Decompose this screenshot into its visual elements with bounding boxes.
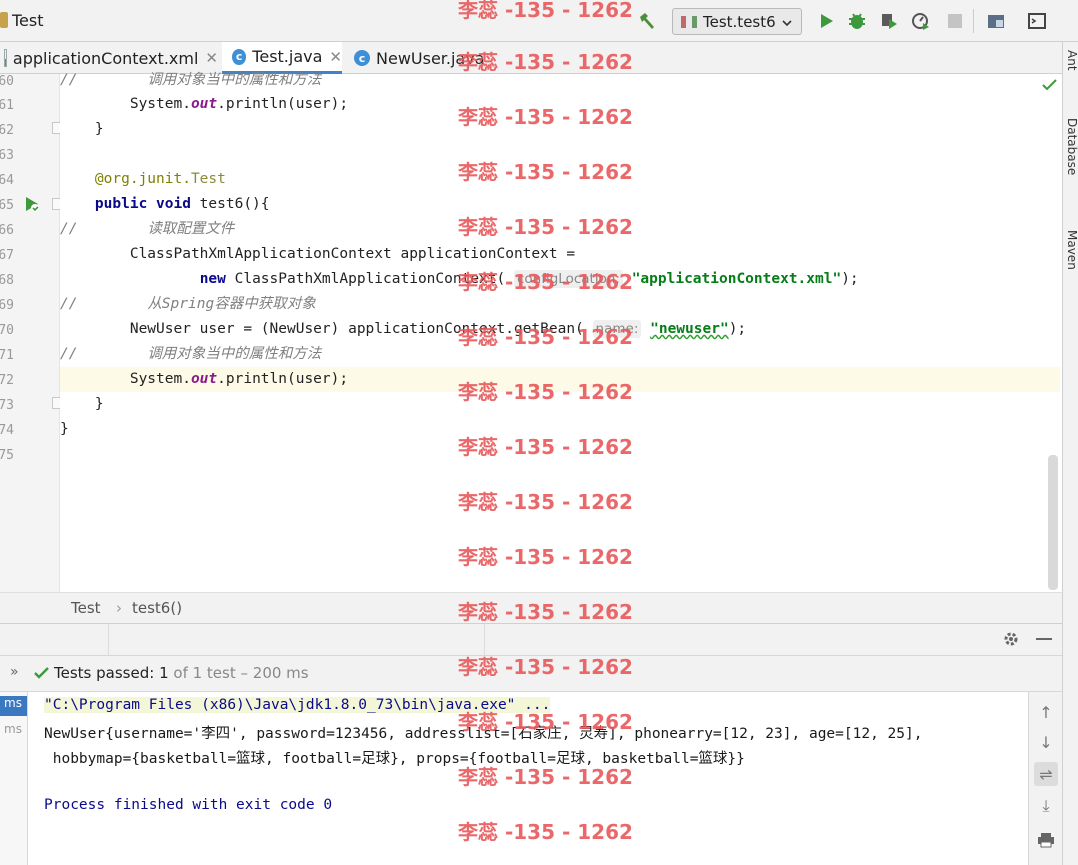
watermark: 李蕊 -135 - 1262 — [458, 380, 633, 404]
class-c-icon: c — [354, 50, 370, 66]
watermark: 李蕊 -135 - 1262 — [458, 655, 633, 679]
run-test-gutter-icon[interactable] — [24, 196, 40, 216]
ant-tool-button[interactable]: Ant — [1065, 50, 1078, 71]
print-icon[interactable] — [1034, 828, 1058, 852]
test-tree-row[interactable]: ms — [4, 722, 22, 736]
xml-file-icon — [4, 49, 7, 67]
console-line: hobbymap={basketball=篮球, football=足球}, p… — [44, 751, 745, 767]
profile-icon[interactable] — [910, 10, 932, 32]
chevron-down-icon — [781, 15, 793, 33]
right-tool-strip: Ant Database Maven — [1062, 42, 1078, 865]
console-line: Process finished with exit code 0 — [44, 797, 333, 813]
watermark: 李蕊 -135 - 1262 — [458, 435, 633, 459]
close-icon[interactable]: ✕ — [329, 48, 342, 66]
arrow-down-icon[interactable]: ↓ — [1034, 730, 1058, 754]
hammer-icon[interactable] — [636, 10, 658, 32]
project-structure-icon[interactable] — [985, 10, 1007, 32]
check-icon — [34, 666, 50, 684]
code-line: // 从Spring容器中获取对象 — [60, 296, 316, 312]
arrow-up-icon[interactable]: ↑ — [1034, 700, 1058, 724]
watermark: 李蕊 -135 - 1262 — [458, 490, 633, 514]
code-line: ClassPathXmlApplicationContext applicati… — [129, 246, 576, 262]
line-number: 73 — [0, 398, 14, 413]
terminal-icon[interactable] — [1026, 10, 1048, 32]
test-config-icon — [681, 15, 697, 28]
watermark: 李蕊 -135 - 1262 — [458, 710, 633, 734]
breadcrumb-method[interactable]: test6() — [132, 599, 182, 617]
tab-label: Test.java — [252, 47, 323, 66]
close-icon[interactable]: ✕ — [205, 49, 218, 67]
watermark: 李蕊 -135 - 1262 — [458, 545, 633, 569]
coverage-icon[interactable] — [878, 10, 900, 32]
watermark: 李蕊 -135 - 1262 — [458, 765, 633, 789]
line-number: 65 — [0, 198, 14, 213]
line-number: 74 — [0, 423, 14, 438]
watermark: 李蕊 -135 - 1262 — [458, 600, 633, 624]
line-number: 62 — [0, 123, 14, 138]
breadcrumb-separator: › — [116, 599, 122, 617]
watermark: 李蕊 -135 - 1262 — [458, 50, 633, 74]
minimize-icon[interactable] — [1036, 638, 1052, 640]
line-number: 66 — [0, 223, 14, 238]
line-number: 71 — [0, 348, 14, 363]
line-number: 64 — [0, 173, 14, 188]
stop-icon[interactable] — [944, 10, 966, 32]
scroll-to-end-icon[interactable]: ⤓ — [1034, 794, 1058, 818]
window-title: Test — [12, 11, 44, 30]
project-icon — [0, 12, 8, 28]
maven-tool-button[interactable]: Maven — [1065, 230, 1078, 270]
line-number: 72 — [0, 373, 14, 388]
tab-label: applicationContext.xml — [12, 48, 199, 68]
run-configuration-select[interactable]: Test.test6 — [672, 8, 802, 35]
run-icon[interactable] — [815, 10, 837, 32]
watermark: 李蕊 -135 - 1262 — [458, 325, 633, 349]
watermark: 李蕊 -135 - 1262 — [458, 270, 633, 294]
soft-wrap-icon[interactable]: ⇌ — [1034, 762, 1058, 786]
debug-icon[interactable] — [846, 10, 868, 32]
class-c-icon: c — [232, 48, 247, 65]
watermark: 李蕊 -135 - 1262 — [458, 820, 633, 844]
breadcrumb-class[interactable]: Test — [71, 599, 101, 617]
gear-icon[interactable] — [1002, 630, 1020, 652]
line-number: 69 — [0, 298, 14, 313]
watermark: 李蕊 -135 - 1262 — [458, 0, 633, 22]
watermark: 李蕊 -135 - 1262 — [458, 215, 633, 239]
line-number: 68 — [0, 273, 14, 288]
line-number: 75 — [0, 448, 14, 463]
line-number: 61 — [0, 98, 14, 113]
expand-chevron-icon[interactable]: » — [10, 664, 19, 680]
line-number: 70 — [0, 323, 14, 338]
editor-gutter: 60 61 62 63 64 65 66 67 68 69 70 71 72 7… — [0, 74, 64, 592]
tests-passed-label: Tests passed: 1 of 1 test – 200 ms — [54, 664, 309, 682]
watermark: 李蕊 -135 - 1262 — [458, 105, 633, 129]
line-number: 67 — [0, 248, 14, 263]
database-tool-button[interactable]: Database — [1065, 118, 1078, 175]
inspection-ok-icon[interactable] — [1042, 78, 1058, 96]
line-number: 60 — [0, 74, 14, 89]
run-configuration-label: Test.test6 — [703, 12, 776, 31]
watermark: 李蕊 -135 - 1262 — [458, 160, 633, 184]
test-tree: ms ms — [0, 692, 28, 865]
line-number: 63 — [0, 148, 14, 163]
test-tree-row-selected[interactable]: ms — [0, 696, 27, 716]
console-toolbar: ↑ ↓ ⇌ ⤓ — [1028, 692, 1062, 865]
editor-scrollbar[interactable] — [1048, 455, 1058, 590]
